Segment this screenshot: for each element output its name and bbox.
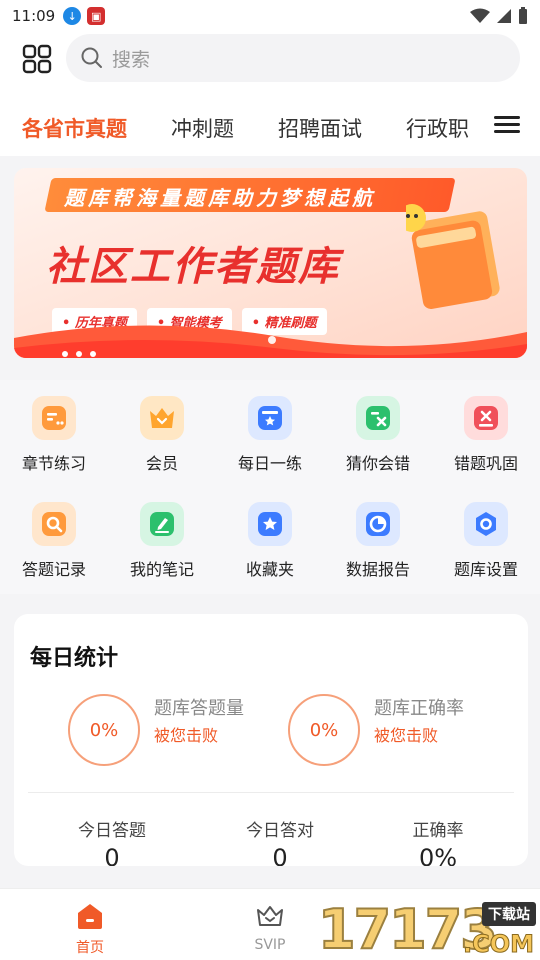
shortcut-membership[interactable]: 会员	[108, 396, 216, 474]
app-notification-icon: ▣	[87, 7, 106, 25]
carousel-indicator	[268, 336, 276, 344]
shortcut-daily-practice[interactable]: 每日一练	[216, 396, 324, 474]
shortcut-label: 收藏夹	[245, 560, 294, 579]
menu-button[interactable]	[494, 112, 520, 138]
shortcut-label: 我的笔记	[129, 560, 194, 579]
header: 搜索 各省市真题 冲刺题 招聘面试 行政职	[0, 32, 540, 156]
promo-banner[interactable]: 题库帮海量题库助力梦想起航 社区工作者题库 • 历年真题 • 智能模考 • 精准…	[14, 168, 527, 358]
nav-home[interactable]: 首页	[30, 889, 150, 960]
tab-sprint-questions[interactable]: 冲刺题	[171, 113, 234, 143]
favorites-icon	[248, 502, 292, 546]
search-input[interactable]: 搜索	[66, 34, 520, 82]
app-screen: 11:09 ↓ ▣ 搜索 各省市真题 冲刺题 招聘面试 行政职 题库帮海量题库助…	[0, 0, 540, 960]
shortcut-grid: 章节练习 会员 每日一练 猜你会错 错题巩固 答题记录 我的笔记 收藏夹 数据报…	[0, 380, 540, 594]
shortcut-label: 会员	[145, 454, 178, 473]
download-icon: ↓	[63, 7, 82, 25]
accuracy-ring: 0%	[288, 694, 360, 766]
crown-icon	[140, 396, 184, 440]
today-answered-label: 今日答题	[78, 821, 146, 841]
today-correct-value: 0	[272, 844, 288, 866]
today-answered-value: 0	[104, 844, 120, 866]
nav-home-label: 首页	[76, 940, 104, 956]
search-icon	[81, 47, 102, 68]
tab-provincial-exams[interactable]: 各省市真题	[22, 113, 127, 143]
watermark-tag: 下载站	[482, 902, 536, 926]
book-illustration-icon	[406, 204, 500, 309]
shortcut-label: 数据报告	[345, 560, 410, 579]
signal-icon	[497, 9, 511, 23]
shortcut-guess-wrong[interactable]: 猜你会错	[324, 396, 432, 474]
answer-volume-label: 题库答题量	[154, 698, 244, 719]
banner-slogan: 题库帮海量题库助力梦想起航	[64, 186, 376, 210]
tab-recruitment-interview[interactable]: 招聘面试	[278, 113, 362, 143]
shortcut-data-report[interactable]: 数据报告	[324, 502, 432, 580]
data-report-icon	[356, 502, 400, 546]
hamburger-icon	[494, 116, 520, 133]
shortcut-label: 每日一练	[237, 454, 302, 473]
categories-grid-button[interactable]	[20, 42, 54, 76]
wrong-review-icon	[464, 396, 508, 440]
shortcut-label: 题库设置	[453, 560, 518, 579]
shortcut-label: 章节练习	[21, 454, 86, 473]
watermark-domain: .COM	[462, 930, 534, 959]
chapter-practice-icon	[32, 396, 76, 440]
shortcut-label: 错题巩固	[453, 454, 518, 473]
shortcut-wrong-review[interactable]: 错题巩固	[432, 396, 540, 474]
battery-icon	[519, 7, 527, 24]
notes-icon	[140, 502, 184, 546]
shortcut-favorites[interactable]: 收藏夹	[216, 502, 324, 580]
nav-svip[interactable]: SVIP	[210, 889, 330, 960]
guess-wrong-icon	[356, 396, 400, 440]
shortcut-label: 答题记录	[21, 560, 86, 579]
answer-volume-ring: 0%	[68, 694, 140, 766]
today-correct-label: 今日答对	[246, 821, 314, 841]
daily-stats-title: 每日统计	[30, 646, 119, 671]
daily-stats-card: 每日统计 0% 题库答题量 被您击败 0% 题库正确率 被您击败 今日答题 0 …	[14, 614, 528, 866]
banner-title: 社区工作者题库	[46, 244, 340, 290]
accuracy-sub: 被您击败	[374, 726, 439, 745]
crown-outline-icon	[257, 906, 283, 926]
settings-icon	[464, 502, 508, 546]
shortcut-label: 猜你会错	[345, 454, 410, 473]
site-watermark: 17173 下载站 .COM	[317, 897, 540, 960]
accuracy-rate-value: 0%	[418, 844, 458, 866]
divider	[28, 792, 514, 793]
category-tabs: 各省市真题 冲刺题 招聘面试 行政职	[0, 106, 480, 150]
shortcut-chapter-practice[interactable]: 章节练习	[0, 396, 108, 474]
nav-svip-label: SVIP	[254, 937, 286, 953]
wifi-icon	[470, 8, 490, 23]
answer-volume-sub: 被您击败	[154, 726, 219, 745]
home-icon	[78, 904, 102, 929]
accuracy-rate-label: 正确率	[412, 821, 464, 841]
daily-practice-icon	[248, 396, 292, 440]
shortcut-answer-record[interactable]: 答题记录	[0, 502, 108, 580]
status-time: 11:09	[12, 7, 56, 25]
tab-administrative[interactable]: 行政职	[406, 113, 469, 143]
answer-record-icon	[32, 502, 76, 546]
status-right	[470, 7, 528, 25]
status-bar: 11:09 ↓ ▣	[0, 0, 540, 32]
grid-icon	[22, 44, 52, 74]
carousel-dots	[62, 351, 96, 357]
shortcut-settings[interactable]: 题库设置	[432, 502, 540, 580]
shortcut-notes[interactable]: 我的笔记	[108, 502, 216, 580]
search-placeholder: 搜索	[112, 48, 151, 71]
accuracy-label: 题库正确率	[374, 698, 464, 719]
